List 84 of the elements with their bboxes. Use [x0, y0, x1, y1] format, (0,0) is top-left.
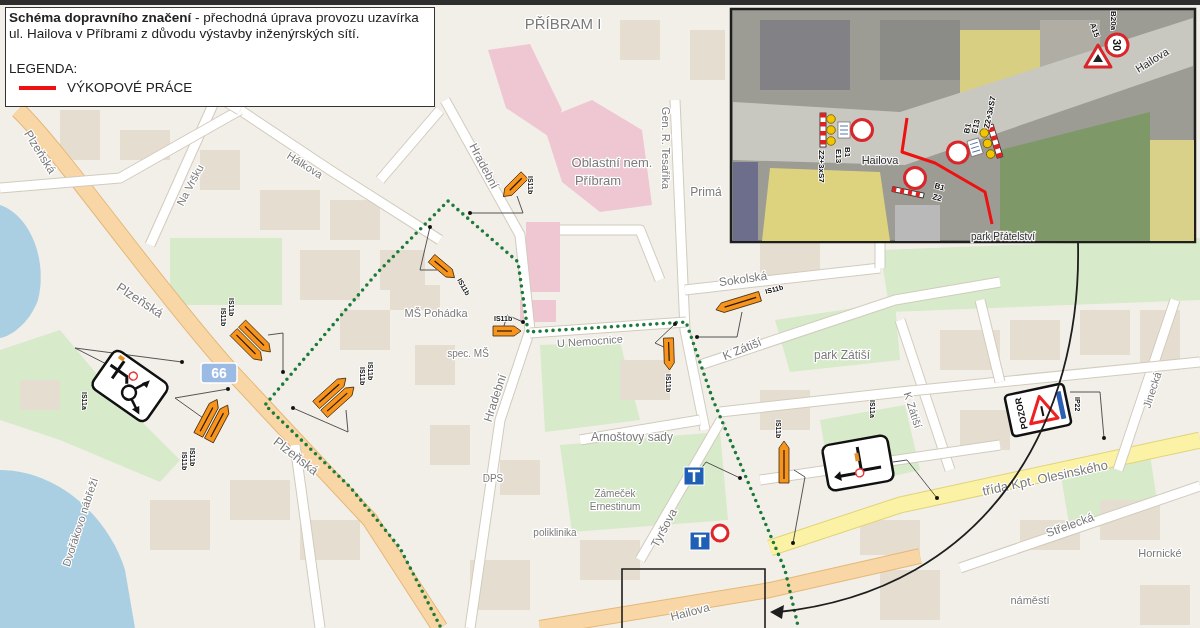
- detour-sign-icon: [312, 377, 347, 410]
- legend-label: VÝKOPOVÉ PRÁCE: [67, 80, 193, 96]
- building: [860, 520, 920, 555]
- title-text: Schéma dopravního značení - přechodná úprava provozu uzavírka ul. Hailova v Příbrami z důvodu výstavby inženýrských sítí.: [9, 10, 420, 42]
- sign-code: A15: [1088, 21, 1102, 39]
- detour-sign-icon: [320, 386, 355, 418]
- map-label: Primá: [690, 185, 722, 199]
- map-label: třída Kpt. Olesinského: [980, 457, 1110, 499]
- leader-line: [1069, 391, 1106, 440]
- map-label: spec. MŠ: [447, 347, 489, 359]
- detour-sign-icon: [663, 337, 675, 371]
- barrier-icon: [891, 186, 925, 199]
- detour-sign-icon: [715, 291, 762, 313]
- building: [880, 570, 940, 620]
- no-entry-sign-icon: [710, 523, 730, 543]
- building: [150, 500, 210, 550]
- sign-code: B1: [933, 181, 946, 193]
- map-label: MŠ Pohádka: [404, 307, 468, 319]
- barrier-lights-icon: [819, 112, 836, 148]
- sign-code: Z2+3xS7: [817, 150, 826, 183]
- map-label: náměstí: [1010, 594, 1050, 606]
- map-label: Příbram: [574, 172, 622, 188]
- info-sign-icon: [683, 466, 705, 486]
- building: [60, 110, 100, 160]
- building: [1080, 310, 1130, 355]
- map-label: U Nemocnice: [556, 332, 624, 350]
- building: [300, 250, 360, 300]
- detour-sign-icon: [238, 319, 271, 353]
- sign-plate-icon: [837, 121, 851, 139]
- road-number-sign: 66: [200, 362, 238, 384]
- detour-sign-icon: [427, 254, 455, 279]
- building: [1010, 320, 1060, 360]
- map-label: PŘÍBRAM I: [524, 14, 602, 32]
- detour-sign-icon: [204, 404, 230, 444]
- hospital-building: [526, 222, 560, 292]
- detour-sign-icon: [778, 440, 790, 484]
- sign-code: E13: [834, 149, 843, 164]
- leader-line: [468, 195, 524, 215]
- building: [580, 540, 640, 580]
- leader-line: [695, 311, 743, 339]
- sign-code: Z2: [931, 192, 943, 204]
- building: [230, 480, 290, 520]
- map-label: K Zátiší: [901, 390, 925, 430]
- building: [260, 190, 320, 230]
- sign-plate-icon: [966, 137, 984, 157]
- leader-line: [892, 459, 939, 500]
- legend-heading: LEGENDA:: [9, 61, 79, 77]
- info-sign-icon: [689, 531, 711, 551]
- leader-line: [174, 387, 230, 419]
- building: [690, 30, 725, 80]
- sign-code: Z2+3xS7: [982, 95, 998, 130]
- building: [1140, 585, 1190, 625]
- map-label: K Zátiší: [720, 334, 764, 364]
- warning-triangle-icon: [1083, 43, 1113, 69]
- sign-code: B20a: [1109, 11, 1118, 31]
- building: [620, 360, 670, 400]
- detour-sign-icon: [229, 328, 263, 361]
- map-label: Hornické: [1138, 547, 1182, 559]
- map-label: DPS: [482, 472, 504, 484]
- leader-line: [419, 225, 438, 271]
- map-label: Hailova: [668, 600, 712, 624]
- map-label: Arnoštovy sady: [591, 430, 673, 444]
- speed-limit-sign: 30: [1104, 32, 1130, 58]
- map-label: park Zátiší: [814, 348, 870, 362]
- detour-sign-icon: [503, 171, 529, 197]
- building: [330, 200, 380, 240]
- warning-sign: POZOR: [1003, 381, 1073, 439]
- sign-code: B1: [843, 147, 852, 158]
- leader-line: [291, 406, 349, 433]
- building: [430, 425, 470, 465]
- map-label: Ernestinum: [589, 500, 641, 512]
- map-label: poliklinika: [533, 526, 577, 538]
- building: [620, 20, 660, 60]
- map-label: Gen. R. Tesaříka: [660, 106, 672, 190]
- map-label: Hailova: [861, 154, 899, 166]
- leader-line: [654, 322, 677, 349]
- no-entry-sign-icon: [945, 140, 970, 165]
- leader-line: [267, 332, 285, 374]
- map-label: Zámeček: [594, 487, 636, 499]
- detour-sign-icon: [492, 325, 522, 337]
- detour-sign-icon: [193, 399, 219, 438]
- sign-code: E13: [970, 118, 982, 135]
- map-label: park Přátelství: [971, 230, 1035, 242]
- map-label: Oblastní nem.: [571, 154, 653, 170]
